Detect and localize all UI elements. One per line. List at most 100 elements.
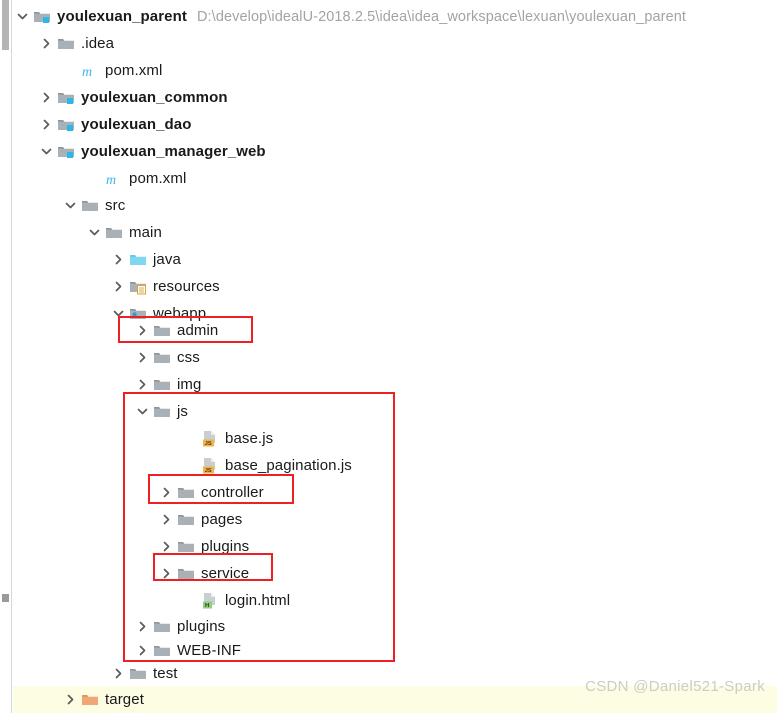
- tree-row[interactable]: JS base_pagination.js: [13, 452, 777, 479]
- chevron-down-icon[interactable]: [133, 398, 153, 425]
- tree-row[interactable]: src: [13, 192, 777, 219]
- tree-row[interactable]: Hlogin.html: [13, 587, 777, 614]
- twisty-placeholder: [181, 587, 201, 614]
- chevron-right-icon[interactable]: [157, 479, 177, 506]
- tree-row[interactable]: pages: [13, 506, 777, 533]
- tree-row-label: resources: [153, 278, 220, 295]
- scrollbar-thumb[interactable]: [2, 0, 9, 50]
- tree-row-label: base.js: [225, 430, 274, 447]
- chevron-right-icon[interactable]: [109, 660, 129, 687]
- tree-row-label: img: [177, 376, 202, 393]
- tree-indent-spacer: [13, 219, 85, 246]
- tree-row[interactable]: youlexuan_manager_web: [13, 138, 777, 165]
- tree-indent-spacer: [13, 533, 157, 560]
- twisty-placeholder: [181, 425, 201, 452]
- chevron-down-icon[interactable]: [85, 219, 105, 246]
- module-folder-icon: [57, 116, 75, 134]
- tree-row-label: .idea: [81, 35, 115, 52]
- chevron-right-icon[interactable]: [37, 111, 57, 138]
- tree-row-label: base_pagination.js: [225, 457, 352, 474]
- tree-row-label: youlexuan_manager_web: [81, 143, 266, 160]
- chevron-right-icon[interactable]: [157, 533, 177, 560]
- tree-row[interactable]: css: [13, 344, 777, 371]
- tree-row-label: pom.xml: [129, 170, 187, 187]
- tree-indent-spacer: [13, 560, 157, 587]
- tree-row-label: controller: [201, 484, 264, 501]
- tree-indent-spacer: [13, 452, 181, 479]
- folder-icon: [153, 349, 171, 367]
- tree-indent-spacer: [13, 273, 109, 300]
- chevron-right-icon[interactable]: [61, 686, 81, 713]
- tree-row-label: test: [153, 665, 178, 682]
- tree-row[interactable]: resources: [13, 273, 777, 300]
- tree-row[interactable]: img: [13, 371, 777, 398]
- tree-indent-spacer: [13, 317, 133, 344]
- twisty-placeholder: [85, 165, 105, 192]
- tree-row[interactable]: main: [13, 219, 777, 246]
- tree-row-label: pages: [201, 511, 243, 528]
- folder-icon: [153, 322, 171, 340]
- svg-text:m: m: [82, 65, 92, 80]
- source-root-folder-icon: [129, 251, 147, 269]
- tree-row[interactable]: m pom.xml: [13, 165, 777, 192]
- twisty-placeholder: [61, 57, 81, 84]
- tree-row[interactable]: admin: [13, 317, 777, 344]
- tree-indent-spacer: [13, 344, 133, 371]
- excluded-folder-icon: [81, 691, 99, 709]
- chevron-down-icon[interactable]: [37, 138, 57, 165]
- tree-row[interactable]: js: [13, 398, 777, 425]
- chevron-right-icon[interactable]: [133, 317, 153, 344]
- resources-folder-icon: [129, 278, 147, 296]
- chevron-right-icon[interactable]: [37, 84, 57, 111]
- tree-row[interactable]: service: [13, 560, 777, 587]
- tree-row-label: src: [105, 197, 126, 214]
- tree-row[interactable]: plugins: [13, 613, 777, 640]
- tree-row[interactable]: youlexuan_parent D:\develop\idealU-2018.2…: [13, 3, 777, 30]
- tree-row-label: plugins: [177, 618, 226, 635]
- module-folder-icon: [57, 89, 75, 107]
- chevron-right-icon[interactable]: [133, 344, 153, 371]
- tree-row-label: WEB-INF: [177, 642, 242, 659]
- js-file-icon: JS: [201, 430, 219, 448]
- chevron-down-icon[interactable]: [61, 192, 81, 219]
- tree-indent-spacer: [13, 587, 181, 614]
- module-folder-icon: [33, 8, 51, 26]
- chevron-right-icon[interactable]: [109, 246, 129, 273]
- tree-row[interactable]: youlexuan_dao: [13, 111, 777, 138]
- project-tree[interactable]: youlexuan_parent D:\develop\idealU-2018.2…: [13, 0, 777, 713]
- tree-indent-spacer: [13, 165, 85, 192]
- tree-indent-spacer: [13, 246, 109, 273]
- folder-icon: [129, 665, 147, 683]
- tree-row-label: target: [105, 691, 144, 708]
- tree-indent-spacer: [13, 138, 37, 165]
- tree-row-label: plugins: [201, 538, 250, 555]
- tree-row-label: login.html: [225, 592, 291, 609]
- tree-row[interactable]: JS base.js: [13, 425, 777, 452]
- chevron-right-icon[interactable]: [37, 30, 57, 57]
- tree-row[interactable]: youlexuan_common: [13, 84, 777, 111]
- vertical-scrollbar[interactable]: [0, 0, 12, 713]
- tree-indent-spacer: [13, 479, 157, 506]
- chevron-right-icon[interactable]: [157, 506, 177, 533]
- tree-row[interactable]: java: [13, 246, 777, 273]
- tree-indent-spacer: [13, 398, 133, 425]
- tree-row[interactable]: .idea: [13, 30, 777, 57]
- chevron-right-icon[interactable]: [133, 613, 153, 640]
- folder-icon: [81, 197, 99, 215]
- folder-icon: [177, 538, 195, 556]
- tree-row-label: pom.xml: [105, 62, 163, 79]
- tree-row[interactable]: m pom.xml: [13, 57, 777, 84]
- js-file-icon: JS: [201, 457, 219, 475]
- svg-text:JS: JS: [205, 468, 212, 474]
- folder-icon: [153, 376, 171, 394]
- chevron-right-icon[interactable]: [133, 371, 153, 398]
- tree-row[interactable]: controller: [13, 479, 777, 506]
- tree-row[interactable]: plugins: [13, 533, 777, 560]
- chevron-down-icon[interactable]: [13, 3, 33, 30]
- tree-indent-spacer: [13, 371, 133, 398]
- chevron-right-icon[interactable]: [109, 273, 129, 300]
- folder-icon: [57, 35, 75, 53]
- svg-text:JS: JS: [205, 441, 212, 447]
- tree-indent-spacer: [13, 660, 109, 687]
- chevron-right-icon[interactable]: [157, 560, 177, 587]
